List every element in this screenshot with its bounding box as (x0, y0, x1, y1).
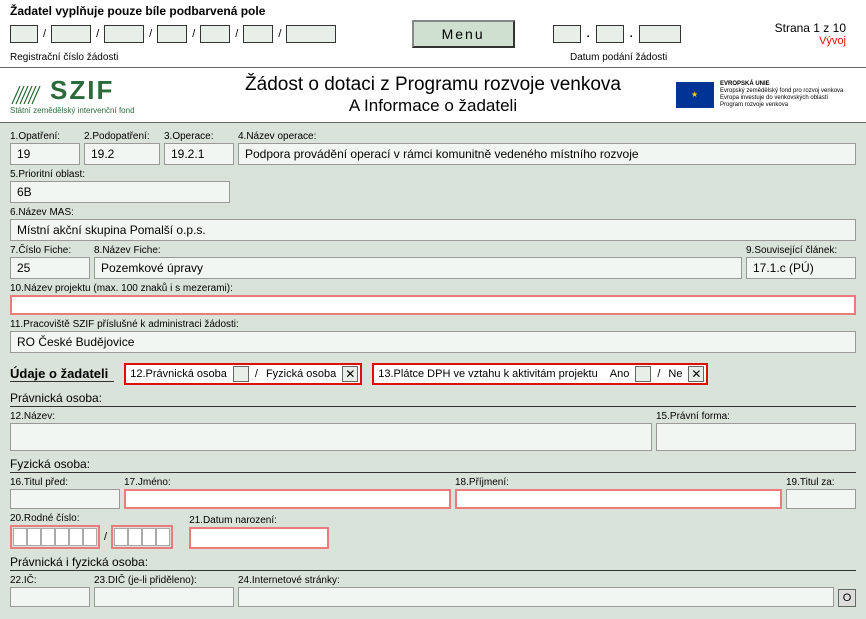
header-band: SZIF Státní zemědělský intervenční fond … (0, 68, 866, 123)
mode-label: Vývoj (756, 35, 846, 47)
eu-flag-icon (676, 82, 714, 108)
val-22[interactable] (10, 587, 90, 607)
val-24[interactable] (238, 587, 834, 607)
field-icon (10, 82, 44, 106)
val-6: Místní akční skupina Pomalší o.p.s. (10, 219, 856, 241)
val-10-project-name[interactable] (10, 295, 856, 315)
page-title: Žádost o dotaci z Programu rozvoje venko… (190, 74, 676, 116)
top-bar: / / / / / / Menu . . Strana 1 z 10 Vývoj (0, 20, 866, 52)
val-8: Pozemkové úpravy (94, 257, 742, 279)
check-dph-no[interactable]: ✕ (688, 366, 704, 382)
val-3: 19.2.1 (164, 143, 234, 165)
lbl-21: 21.Datum narození: (189, 513, 329, 527)
lbl-18: 18.Příjmení: (455, 475, 782, 489)
val-15 (656, 423, 856, 451)
lbl-8: 8.Název Fiche: (94, 243, 742, 257)
val-17-firstname[interactable] (124, 489, 451, 509)
menu-button[interactable]: Menu (412, 20, 515, 48)
val-4: Podpora provádění operací v rámci komuni… (238, 143, 856, 165)
val-2: 19.2 (84, 143, 160, 165)
lbl-6: 6.Název MAS: (10, 205, 856, 219)
eu-text: EVROPSKÁ UNIE Evropský zemědělský fond p… (720, 81, 843, 110)
eu-logo-block: EVROPSKÁ UNIE Evropský zemědělský fond p… (676, 81, 856, 110)
date-year (639, 25, 681, 43)
reg-part-5 (200, 25, 230, 43)
val-12 (10, 423, 652, 451)
o-button[interactable]: O (838, 589, 856, 607)
lbl-5: 5.Prioritní oblast: (10, 167, 230, 181)
reg-part-4 (157, 25, 187, 43)
szif-abbr: SZIF (50, 75, 114, 106)
szif-subtitle: Státní zemědělský intervenční fond (10, 106, 190, 115)
lbl-1: 1.Opatření: (10, 129, 80, 143)
lbl-22: 22.IČ: (10, 573, 90, 587)
lbl-4: 4.Název operace: (238, 129, 856, 143)
submission-date-label: Datum podání žádosti (570, 52, 667, 63)
reg-part-6 (243, 25, 273, 43)
val-5: 6B (10, 181, 230, 203)
page-number: Strana 1 z 10 (756, 21, 846, 35)
val-21-birthdate[interactable] (189, 527, 329, 549)
check-dph-yes[interactable] (635, 366, 651, 382)
val-7: 25 (10, 257, 90, 279)
sub-fyzicka: Fyzická osoba: (10, 457, 856, 473)
val-18-surname[interactable] (455, 489, 782, 509)
lbl-12n: 12.Název: (10, 409, 652, 423)
val-1: 19 (10, 143, 80, 165)
check-pravnicka[interactable] (233, 366, 249, 382)
lbl-2: 2.Podopatření: (84, 129, 160, 143)
title-line-2: A Informace o žadateli (190, 96, 676, 116)
val-19[interactable] (786, 489, 856, 509)
form-area: 1.Opatření:19 2.Podopatření:19.2 3.Opera… (0, 123, 866, 619)
lbl-10: 10.Název projektu (max. 100 znaků i s me… (10, 281, 856, 295)
page-indicator: Strana 1 z 10 Vývoj (756, 21, 856, 47)
reg-part-3 (104, 25, 144, 43)
val-23[interactable] (94, 587, 234, 607)
under-labels: Registrační číslo žádosti Datum podání ž… (0, 52, 866, 68)
reg-part-7 (286, 25, 336, 43)
val-9: 17.1.c (PÚ) (746, 257, 856, 279)
section-applicant: Údaje o žadateli (10, 366, 114, 382)
lbl-3: 3.Operace: (164, 129, 234, 143)
val-16[interactable] (10, 489, 120, 509)
val-11: RO České Budějovice (10, 331, 856, 353)
rodne-cislo[interactable]: / (10, 525, 173, 549)
lbl-9: 9.Související článek: (746, 243, 856, 257)
lbl-11: 11.Pracoviště SZIF příslušné k administr… (10, 317, 856, 331)
title-line-1: Žádost o dotaci z Programu rozvoje venko… (190, 74, 676, 96)
lbl-15: 15.Právní forma: (656, 409, 856, 423)
sub-pravnicka: Právnická osoba: (10, 391, 856, 407)
check-fyzicka[interactable]: ✕ (342, 366, 358, 382)
lbl-24: 24.Internetové stránky: (238, 573, 834, 587)
lbl-20: 20.Rodné číslo: (10, 511, 173, 525)
toggle-legal-person[interactable]: 12.Právnická osoba / Fyzická osoba ✕ (124, 363, 362, 385)
lbl-23: 23.DIČ (je-li přiděleno): (94, 573, 234, 587)
lbl-17: 17.Jméno: (124, 475, 451, 489)
registration-label: Registrační číslo žádosti (10, 52, 290, 63)
date-month (596, 25, 624, 43)
lbl-19: 19.Titul za: (786, 475, 856, 489)
top-instruction: Žadatel vyplňuje pouze bíle podbarvená p… (0, 0, 866, 20)
toggle-dph[interactable]: 13.Plátce DPH ve vztahu k aktivitám proj… (372, 363, 708, 385)
date-day (553, 25, 581, 43)
lbl-7: 7.Číslo Fiche: (10, 243, 90, 257)
reg-part-2 (51, 25, 91, 43)
lbl-16: 16.Titul před: (10, 475, 120, 489)
szif-logo: SZIF Státní zemědělský intervenční fond (10, 75, 190, 115)
reg-part-1 (10, 25, 38, 43)
sub-both: Právnická i fyzická osoba: (10, 555, 856, 571)
